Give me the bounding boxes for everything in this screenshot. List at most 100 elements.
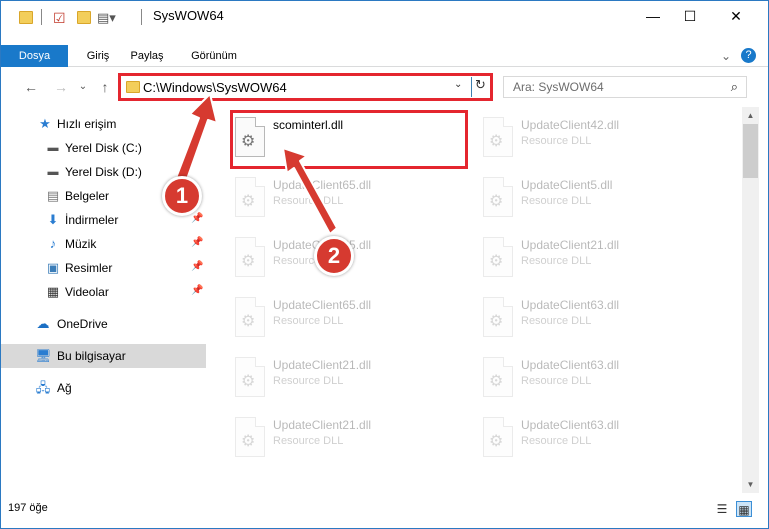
maximize-button[interactable]: ☐ (667, 1, 713, 31)
sidebar-item-label: Belgeler (65, 189, 110, 203)
download-icon: ⬇ (47, 212, 59, 227)
address-bar[interactable]: C:\Windows\SysWOW64 ⌄ ↻ (118, 73, 493, 101)
file-name: UpdateClient21.dll (521, 238, 620, 252)
file-type: Resource DLL (521, 255, 592, 267)
gear-icon: ⚙ (489, 253, 504, 270)
file-name: UpdateClient65.dll (273, 178, 372, 192)
file-item[interactable]: ⚙ UpdateClient65.dll Resource DLL (230, 293, 470, 349)
tab-file[interactable]: Dosya (1, 45, 68, 67)
file-name: UpdateClient5.dll (521, 178, 613, 192)
separator (141, 9, 142, 25)
pin-icon[interactable]: 📌 (191, 237, 203, 248)
ribbon-tabs: Dosya Giriş Paylaş Görünüm ⌄ ? (1, 45, 768, 67)
dll-file-icon: ⚙ (483, 417, 513, 457)
search-placeholder[interactable]: Ara: SysWOW64 (513, 80, 604, 94)
gear-icon: ⚙ (489, 433, 504, 450)
tab-share[interactable]: Paylaş (124, 45, 170, 67)
file-item[interactable]: ⚙ UpdateClient21.dll Resource DLL (478, 233, 718, 289)
file-item[interactable]: ⚙ UpdateClient65.dll Resource DLL (230, 173, 470, 229)
dll-file-icon: ⚙ (235, 177, 265, 217)
gear-icon: ⚙ (241, 253, 256, 270)
dll-file-icon: ⚙ (483, 357, 513, 397)
dll-file-icon: ⚙ (483, 237, 513, 277)
scroll-down-icon[interactable]: ▼ (742, 476, 759, 493)
gear-icon: ⚙ (241, 313, 256, 330)
file-name: UpdateClient65.dll (273, 298, 372, 312)
dll-file-icon: ⚙ (483, 117, 513, 157)
highlight-box (230, 110, 468, 169)
file-item[interactable]: ⚙ UpdateClient21.dll Resource DLL (230, 353, 470, 409)
chevron-down-icon[interactable]: ⌄ (454, 79, 462, 90)
sidebar-item-label: Yerel Disk (D:) (65, 165, 142, 179)
sidebar-item-network[interactable]: 🖧 Ağ (1, 376, 206, 400)
file-item[interactable]: ⚙ UpdateClient42.dll Resource DLL (478, 113, 718, 169)
properties-icon[interactable]: ☑ (53, 10, 69, 26)
sidebar-item-music[interactable]: ♪ Müzik 📌 (1, 232, 206, 256)
file-name: UpdateClient63.dll (521, 298, 620, 312)
chevron-down-icon[interactable]: ⌄ (721, 49, 731, 63)
scroll-thumb[interactable] (743, 124, 758, 178)
navigation-pane: ★ Hızlı erişim ▬ Yerel Disk (C:) ▬ Yerel… (1, 107, 206, 487)
gear-icon: ⚙ (489, 133, 504, 150)
help-icon[interactable]: ? (741, 48, 756, 63)
pin-icon[interactable]: 📌 (191, 261, 203, 272)
dll-file-icon: ⚙ (483, 297, 513, 337)
item-count: 197 öğe (8, 502, 48, 514)
sidebar-item-label: Resimler (65, 261, 113, 275)
file-name: UpdateClient21.dll (273, 358, 372, 372)
star-icon: ★ (39, 116, 51, 131)
file-type: Resource DLL (273, 375, 344, 387)
window-title: SysWOW64 (153, 8, 224, 23)
file-type: Resource DLL (521, 315, 592, 327)
gear-icon: ⚙ (489, 193, 504, 210)
file-item[interactable]: ⚙ UpdateClient63.dll Resource DLL (478, 293, 718, 349)
music-icon: ♪ (49, 236, 57, 251)
sidebar-item-label: Bu bilgisayar (57, 349, 126, 363)
vertical-scrollbar[interactable]: ▲ ▼ (742, 107, 759, 493)
address-path[interactable]: C:\Windows\SysWOW64 (143, 80, 287, 95)
file-item[interactable]: ⚙ UpdateClient5.dll Resource DLL (478, 173, 718, 229)
back-button[interactable]: ← (21, 77, 41, 97)
file-type: Resource DLL (521, 135, 592, 147)
sidebar-item-onedrive[interactable]: ☁ OneDrive (1, 312, 206, 336)
videos-icon: ▦ (46, 284, 60, 299)
sidebar-item-pictures[interactable]: ▣ Resimler 📌 (1, 256, 206, 280)
file-item[interactable]: ⚙ UpdateClient63.dll Resource DLL (478, 353, 718, 409)
network-icon: 🖧 (35, 380, 51, 395)
folder-icon (19, 11, 33, 24)
step-badge-2: 2 (314, 236, 354, 276)
sidebar-item-label: Müzik (65, 237, 97, 251)
sidebar-item-quick-access[interactable]: ★ Hızlı erişim (1, 112, 206, 136)
dll-file-icon: ⚙ (235, 357, 265, 397)
refresh-button[interactable]: ↻ (471, 77, 489, 97)
recent-locations-button[interactable]: ⌄ (73, 77, 93, 97)
file-type: Resource DLL (273, 195, 344, 207)
sidebar-item-videos[interactable]: ▦ Videolar 📌 (1, 280, 206, 304)
customize-toolbar-icon[interactable]: ▤▾ (97, 10, 116, 26)
sidebar-item-local-disk-c[interactable]: ▬ Yerel Disk (C:) (1, 136, 206, 160)
up-button[interactable]: ↑ (95, 77, 115, 97)
gear-icon: ⚙ (489, 373, 504, 390)
close-button[interactable]: ✕ (713, 1, 759, 31)
tab-home[interactable]: Giriş (75, 45, 121, 67)
tab-view[interactable]: Görünüm (182, 45, 246, 67)
search-icon[interactable]: ⌕ (731, 79, 738, 95)
scroll-up-icon[interactable]: ▲ (742, 107, 759, 124)
pin-icon[interactable]: 📌 (191, 285, 203, 296)
gear-icon: ⚙ (241, 373, 256, 390)
explorer-window: ☑ ▤▾ SysWOW64 — ☐ ✕ Dosya Giriş Paylaş G… (0, 0, 769, 529)
gear-icon: ⚙ (241, 193, 256, 210)
sidebar-item-this-pc[interactable]: 🖥 Bu bilgisayar (1, 344, 206, 368)
file-item[interactable]: ⚙ UpdateClient21.dll Resource DLL (230, 413, 470, 469)
new-folder-icon[interactable] (77, 11, 91, 24)
sidebar-item-label: İndirmeler (65, 213, 119, 227)
details-view-icon[interactable]: ☰ (714, 501, 730, 517)
file-type: Resource DLL (521, 435, 592, 447)
tiles-view-icon[interactable]: ▦ (736, 501, 752, 517)
file-item[interactable]: ⚙ UpdateClient63.dll Resource DLL (478, 413, 718, 469)
search-box[interactable]: Ara: SysWOW64 ⌕ (503, 76, 747, 98)
pin-icon[interactable]: 📌 (191, 213, 203, 224)
file-type: Resource DLL (273, 435, 344, 447)
status-bar: 197 öğe ☰ ▦ (1, 498, 768, 520)
forward-button[interactable]: → (51, 77, 71, 97)
